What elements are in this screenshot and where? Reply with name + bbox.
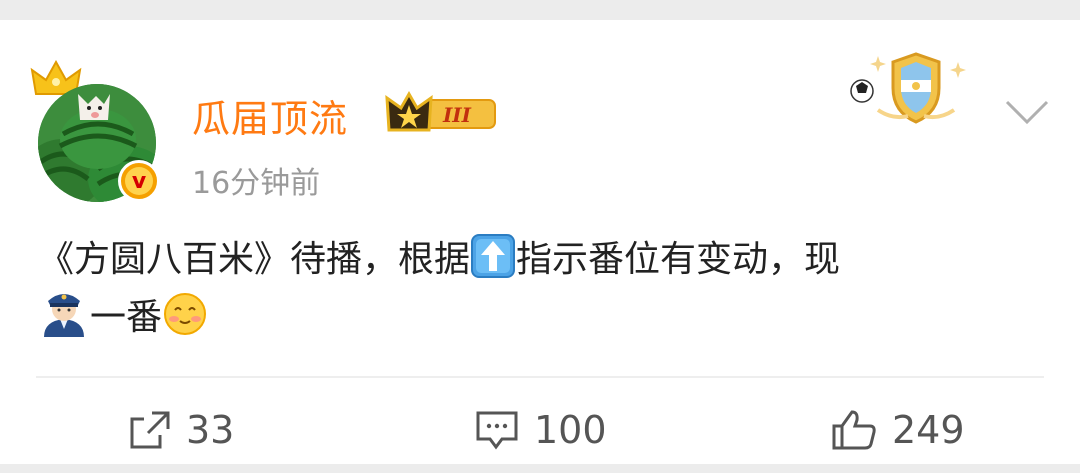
comment-icon bbox=[476, 411, 518, 450]
thumbs-up-icon bbox=[832, 410, 876, 450]
up-arrow-emoji bbox=[471, 234, 516, 278]
comment-count: 100 bbox=[534, 408, 607, 452]
verified-badge-icon: v bbox=[118, 160, 160, 202]
content-text-2: 指示番位有变动，现 bbox=[516, 239, 841, 280]
chevron-down-icon[interactable] bbox=[1004, 98, 1050, 126]
repost-button[interactable]: 33 bbox=[128, 408, 234, 452]
vip-level-badge: III bbox=[385, 90, 496, 132]
share-icon bbox=[130, 411, 170, 449]
content-text-1: 《方圆八百米》待播，根据 bbox=[38, 239, 471, 280]
divider bbox=[36, 376, 1044, 378]
comment-button[interactable]: 100 bbox=[474, 408, 607, 452]
post-card[interactable]: v 瓜届顶流 III 16分钟前 《方圆八百米》待播，根据 指示番位有变动，现 bbox=[0, 20, 1080, 464]
police-officer-emoji bbox=[44, 294, 84, 337]
like-button[interactable]: 249 bbox=[830, 408, 965, 452]
like-count: 249 bbox=[892, 408, 965, 452]
username[interactable]: 瓜届顶流 bbox=[192, 88, 348, 143]
repost-count: 33 bbox=[186, 408, 235, 452]
content-text-3: 一番 bbox=[90, 297, 163, 338]
post-content: 《方圆八百米》待播，根据 指示番位有变动，现 一番 bbox=[38, 233, 1038, 345]
post-time: 16分钟前 bbox=[192, 166, 321, 201]
smiling-face-emoji bbox=[164, 293, 207, 335]
avatar-area[interactable]: v bbox=[30, 60, 160, 202]
vip-level-text: III bbox=[442, 103, 472, 127]
argentina-medal-icon bbox=[850, 52, 966, 124]
